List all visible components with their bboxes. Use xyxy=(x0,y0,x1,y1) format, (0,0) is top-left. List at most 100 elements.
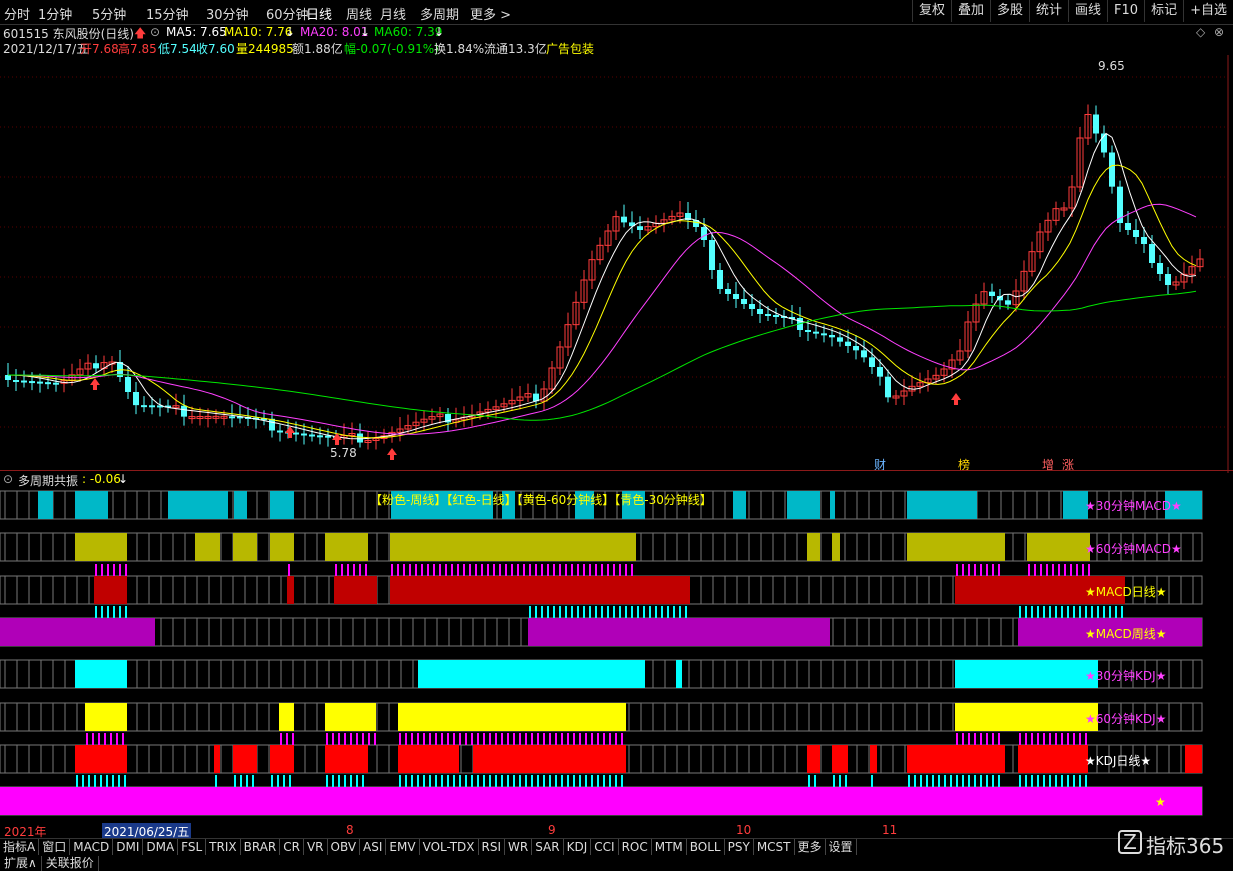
indicator-tab-9[interactable]: VR xyxy=(304,839,328,855)
indicator-tab-23[interactable]: MCST xyxy=(754,839,795,855)
indicator-tab-17[interactable]: KDJ xyxy=(564,839,592,855)
candle-body xyxy=(773,315,779,317)
indicator-tab-14[interactable]: RSI xyxy=(479,839,506,855)
indicator-tab-20[interactable]: MTM xyxy=(652,839,687,855)
period-tab-5[interactable]: 60分钟 xyxy=(266,4,309,23)
month-11: 11 xyxy=(882,823,898,837)
logo-icon: Z xyxy=(1118,830,1142,854)
indicator-tab-16[interactable]: SAR xyxy=(532,839,564,855)
ma5-line xyxy=(7,132,1197,440)
toolbar-button-2[interactable]: 多股 xyxy=(990,0,1029,22)
candle-body xyxy=(709,240,715,270)
resonance-band xyxy=(955,703,1098,731)
resonance-band xyxy=(325,745,368,773)
indicator-tab-2[interactable]: MACD xyxy=(70,839,114,855)
toolbar-button-0[interactable]: 复权 xyxy=(911,0,951,22)
candle-body xyxy=(1157,263,1163,274)
indicator-tab-11[interactable]: ASI xyxy=(360,839,387,855)
extension-tab-0[interactable]: 扩展∧ xyxy=(0,856,42,871)
indicator-tab-12[interactable]: EMV xyxy=(386,839,420,855)
toolbar-button-6[interactable]: 标记 xyxy=(1144,0,1183,22)
indicator-tab-24[interactable]: 更多 xyxy=(795,839,826,855)
period-tab-2[interactable]: 5分钟 xyxy=(92,4,126,23)
candle-body xyxy=(813,331,819,334)
candle-body xyxy=(853,346,859,351)
candlestick-chart[interactable] xyxy=(0,55,1233,473)
period-tab-6[interactable]: 日线 xyxy=(306,4,332,23)
candle-body xyxy=(93,363,99,369)
indicator-tab-13[interactable]: VOL-TDX xyxy=(420,839,479,855)
candle-body xyxy=(133,392,139,406)
candle-body xyxy=(741,299,747,304)
ma60-value: MA60: 7.39 xyxy=(374,25,443,39)
candle-body xyxy=(1005,300,1011,305)
resonance-band xyxy=(75,491,108,519)
candle-body xyxy=(277,430,283,433)
indicator-tab-19[interactable]: ROC xyxy=(619,839,652,855)
resonance-band xyxy=(398,703,626,731)
period-tab-3[interactable]: 15分钟 xyxy=(146,4,189,23)
period-tab-0[interactable]: 分时 xyxy=(4,4,30,23)
ma10-value: MA10: 7.76 xyxy=(224,25,293,39)
indicator-tab-7[interactable]: BRAR xyxy=(241,839,281,855)
resonance-band xyxy=(870,745,877,773)
close-icon[interactable]: ⊗ xyxy=(1214,25,1224,39)
resonance-band xyxy=(0,618,155,646)
resonance-band xyxy=(907,491,977,519)
arrow-down-icon: ↓ xyxy=(434,25,445,39)
indicator-tab-10[interactable]: OBV xyxy=(328,839,361,855)
indicator-tab-21[interactable]: BOLL xyxy=(687,839,725,855)
toolbar-button-5[interactable]: F10 xyxy=(1107,0,1144,22)
indicator-tab-15[interactable]: WR xyxy=(505,839,533,855)
indicator-tab-6[interactable]: TRIX xyxy=(206,839,241,855)
candle-body xyxy=(309,434,315,437)
indicator-tab-1[interactable]: 窗口 xyxy=(39,839,71,855)
period-tab-4[interactable]: 30分钟 xyxy=(206,4,249,23)
extension-tabs: 扩展∧ 关联报价 xyxy=(0,856,1233,871)
candle-body xyxy=(229,416,235,419)
period-tab-7[interactable]: 周线 xyxy=(346,4,372,23)
resonance-band xyxy=(270,745,294,773)
resonance-band xyxy=(279,703,294,731)
candle-body xyxy=(357,433,363,443)
indicator-tab-8[interactable]: CR xyxy=(280,839,304,855)
indicator-tab-25[interactable]: 设置 xyxy=(826,839,857,855)
indicator-tab-18[interactable]: CCI xyxy=(591,839,619,855)
toolbar-button-7[interactable]: +自选 xyxy=(1183,0,1233,22)
settings-icon[interactable]: ⊙ xyxy=(150,25,160,39)
indicator-tab-5[interactable]: FSL xyxy=(178,839,207,855)
resonance-band xyxy=(807,745,820,773)
row-label-star: ★ xyxy=(1155,795,1166,809)
toolbar-button-1[interactable]: 叠加 xyxy=(950,0,990,22)
period-tab-10[interactable]: 更多 > xyxy=(470,4,511,23)
resonance-indicator-pane[interactable] xyxy=(0,488,1233,822)
candle-body xyxy=(821,333,827,336)
indicator-tab-22[interactable]: PSY xyxy=(725,839,754,855)
candle-body xyxy=(861,350,867,358)
candle-body xyxy=(1093,114,1099,134)
resonance-band xyxy=(676,660,682,688)
period-tab-1[interactable]: 1分钟 xyxy=(38,4,72,23)
indicator-tab-3[interactable]: DMI xyxy=(113,839,144,855)
settings-icon[interactable]: ⊙ xyxy=(3,472,13,486)
resonance-band xyxy=(168,491,228,519)
candle-body xyxy=(765,314,771,316)
indicator-tab-0[interactable]: 指标A xyxy=(0,839,40,855)
row-label-daily-kdj: ★KDJ日线★ xyxy=(1085,754,1152,768)
candle-body xyxy=(37,381,43,384)
resonance-band xyxy=(418,660,645,688)
resonance-band xyxy=(807,533,820,561)
resonance-band xyxy=(270,533,294,561)
diamond-icon[interactable]: ◇ xyxy=(1196,25,1205,39)
toolbar-button-3[interactable]: 统计 xyxy=(1029,0,1068,22)
candle-body xyxy=(45,382,51,385)
high-price-label: 9.65 xyxy=(1098,59,1125,73)
period-tab-8[interactable]: 月线 xyxy=(380,4,406,23)
toolbar-button-4[interactable]: 画线 xyxy=(1068,0,1107,22)
period-tab-9[interactable]: 多周期 xyxy=(420,4,459,23)
extension-tab-1[interactable]: 关联报价 xyxy=(42,856,99,871)
candle-body xyxy=(21,380,27,383)
indicator-tab-4[interactable]: DMA xyxy=(143,839,179,855)
buy-arrow-icon xyxy=(285,426,295,438)
resonance-band xyxy=(233,745,257,773)
